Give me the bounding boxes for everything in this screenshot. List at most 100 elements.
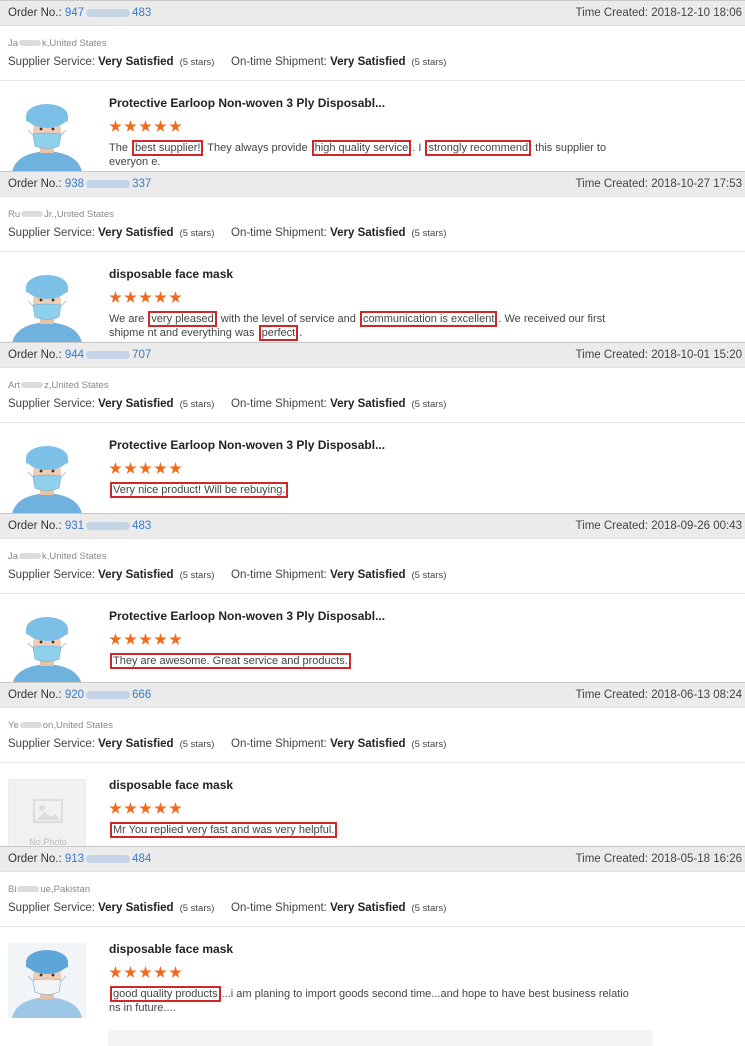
shipment-rating: On-time Shipment: Very Satisfied (5 stars… [231,56,446,68]
star-icon [124,120,137,132]
order-number-label: Order No.: [8,178,65,190]
time-created: Time Created: 2018-12-10 18:06 [576,1,742,25]
time-created-value: 2018-05-18 16:26 [651,853,742,865]
service-ratings: Supplier Service: Very Satisfied (5 stars… [8,569,446,581]
star-icon [169,802,182,814]
review-text: Very nice product! Will be rebuying. [109,482,629,498]
star-icon [169,462,182,474]
order-number-suffix[interactable]: 707 [132,349,151,361]
star-icon [139,633,152,645]
order-number-link[interactable]: 931 483 [65,520,151,532]
order-number-suffix[interactable]: 666 [132,689,151,701]
rating-stars [109,966,182,979]
redacted-name [17,886,40,893]
order-number-link[interactable]: 947 483 [65,7,151,19]
shipment-rating: On-time Shipment: Very Satisfied (5 stars… [231,902,446,914]
product-title[interactable]: disposable face mask [109,942,233,956]
star-icon [154,966,167,978]
star-icon [124,462,137,474]
redacted-name [21,211,44,218]
review-text: The best supplier! They always provide h… [109,140,629,169]
buyer-name-suffix: Jr.,United States [44,209,114,220]
buyer-name: Ja k,United States [8,38,106,49]
review-text: good quality products ...i am planing to … [109,986,629,1015]
redacted-digits [86,690,131,699]
product-title[interactable]: disposable face mask [109,267,233,281]
order-number-prefix[interactable]: 920 [65,689,84,701]
order-feedback-item: Order No.: 913 484 Time Created: 2018-05-1… [0,846,745,1046]
order-number-link[interactable]: 913 484 [65,853,151,865]
order-number-prefix[interactable]: 931 [65,520,84,532]
supplier-service-stars: (5 stars) [179,399,215,410]
time-created-label: Time Created: [575,178,652,190]
star-icon [109,633,122,645]
order-number-link[interactable]: 920 666 [65,689,151,701]
time-created-value: 2018-09-26 00:43 [651,520,742,532]
shipment-stars: (5 stars) [411,399,447,410]
shipment-label: On-time Shipment: [231,227,331,239]
product-image [8,610,86,685]
order-number: Order No.: 920 666 [8,683,151,707]
buyer-name: Ye on,United States [8,720,113,731]
supplier-service-stars: (5 stars) [179,739,215,750]
order-number: Order No.: 944 707 [8,343,151,367]
shipment-rating: On-time Shipment: Very Satisfied (5 stars… [231,398,446,410]
time-created: Time Created: 2018-10-27 17:53 [576,172,742,196]
product-title[interactable]: Protective Earloop Non-woven 3 Ply Dispo… [109,609,385,623]
star-icon [139,291,152,303]
product-title[interactable]: disposable face mask [109,778,233,792]
product-thumbnail[interactable] [8,268,86,343]
supplier-service-value: Very Satisfied [98,398,174,410]
star-icon [154,802,167,814]
buyer-name: Bi ue,Pakistan [8,884,90,895]
order-number-suffix[interactable]: 483 [132,7,151,19]
product-title[interactable]: Protective Earloop Non-woven 3 Ply Dispo… [109,96,385,110]
review-segment: The [109,142,132,154]
service-ratings: Supplier Service: Very Satisfied (5 stars… [8,56,446,68]
order-header: Order No.: 944 707 Time Created: 2018-10-0… [0,342,745,368]
supplier-service-label: Supplier Service: [8,738,99,750]
highlighted-phrase: perfect [258,325,299,341]
order-number-link[interactable]: 944 707 [65,349,151,361]
buyer-name-suffix: ue,Pakistan [40,884,91,895]
star-icon [109,120,122,132]
order-feedback-item: Order No.: 938 337 Time Created: 2018-10-2… [0,171,745,343]
order-number-label: Order No.: [8,853,65,865]
star-icon [169,633,182,645]
order-number-suffix[interactable]: 337 [132,178,151,190]
order-header: Order No.: 947 483 Time Created: 2018-12-1… [0,0,745,26]
order-number-prefix[interactable]: 913 [65,853,84,865]
supplier-service-value: Very Satisfied [98,738,174,750]
product-thumbnail[interactable] [8,439,86,514]
shipment-value: Very Satisfied [330,738,406,750]
section-divider [0,762,745,763]
star-icon [124,966,137,978]
product-thumbnail[interactable] [8,610,86,685]
product-title[interactable]: Protective Earloop Non-woven 3 Ply Dispo… [109,438,385,452]
review-segment: . I [412,142,425,154]
redacted-digits [86,854,131,863]
time-created: Time Created: 2018-06-13 08:24 [576,683,742,707]
order-number-suffix[interactable]: 483 [132,520,151,532]
redacted-name [21,382,44,389]
order-number-prefix[interactable]: 938 [65,178,84,190]
star-icon [139,120,152,132]
order-number-link[interactable]: 938 337 [65,178,151,190]
time-created-label: Time Created: [575,349,652,361]
order-number-prefix[interactable]: 947 [65,7,84,19]
product-thumbnail[interactable] [8,943,86,1018]
section-divider [0,422,745,423]
section-divider [0,80,745,81]
shipment-value: Very Satisfied [330,569,406,581]
order-number-suffix[interactable]: 484 [132,853,151,865]
product-thumbnail[interactable] [8,97,86,172]
product-image [8,943,86,1018]
product-image [8,97,86,172]
shipment-value: Very Satisfied [330,902,406,914]
section-divider [0,926,745,927]
shipment-value: Very Satisfied [330,398,406,410]
product-thumbnail[interactable]: No Photo [8,779,86,854]
order-number-prefix[interactable]: 944 [65,349,84,361]
review-segment: We are [109,313,148,325]
highlighted-phrase: high quality service [311,140,412,156]
